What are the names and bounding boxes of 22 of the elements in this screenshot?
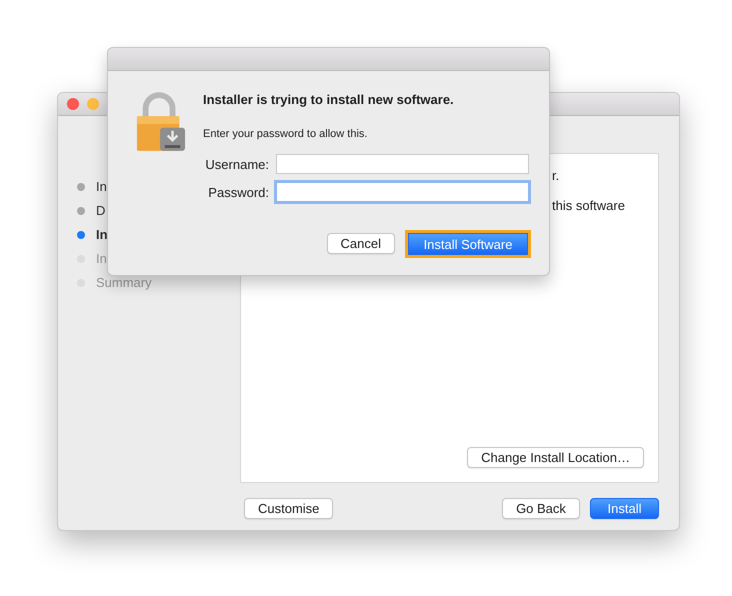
step-label: In [96, 179, 107, 194]
dialog-title: Installer is trying to install new software. [203, 92, 455, 107]
window-control-button[interactable] [87, 98, 99, 110]
field-label: Password: [207, 184, 269, 200]
step-label: Summary [96, 275, 152, 290]
cancel-button[interactable]: Cancel [326, 233, 395, 254]
install-software-button[interactable]: Install Software [408, 233, 528, 255]
password-field[interactable] [276, 182, 529, 202]
customise-button[interactable]: Customise [244, 498, 334, 519]
content-text: this software [552, 198, 626, 213]
install-button[interactable]: Install [590, 498, 659, 519]
lock-icon [136, 92, 186, 154]
field-label: Username: [204, 156, 269, 172]
step-label: D [96, 203, 106, 218]
change-location-button[interactable]: Change Install Location… [467, 447, 644, 468]
step-label: In [96, 251, 107, 266]
username-field[interactable] [276, 154, 529, 174]
window-control-button[interactable] [67, 98, 79, 110]
content-text: r. [552, 168, 560, 183]
go-back-button[interactable]: Go Back [502, 498, 580, 519]
step-label: In [96, 227, 108, 242]
dialog-message: Enter your password to allow this. [203, 128, 368, 140]
